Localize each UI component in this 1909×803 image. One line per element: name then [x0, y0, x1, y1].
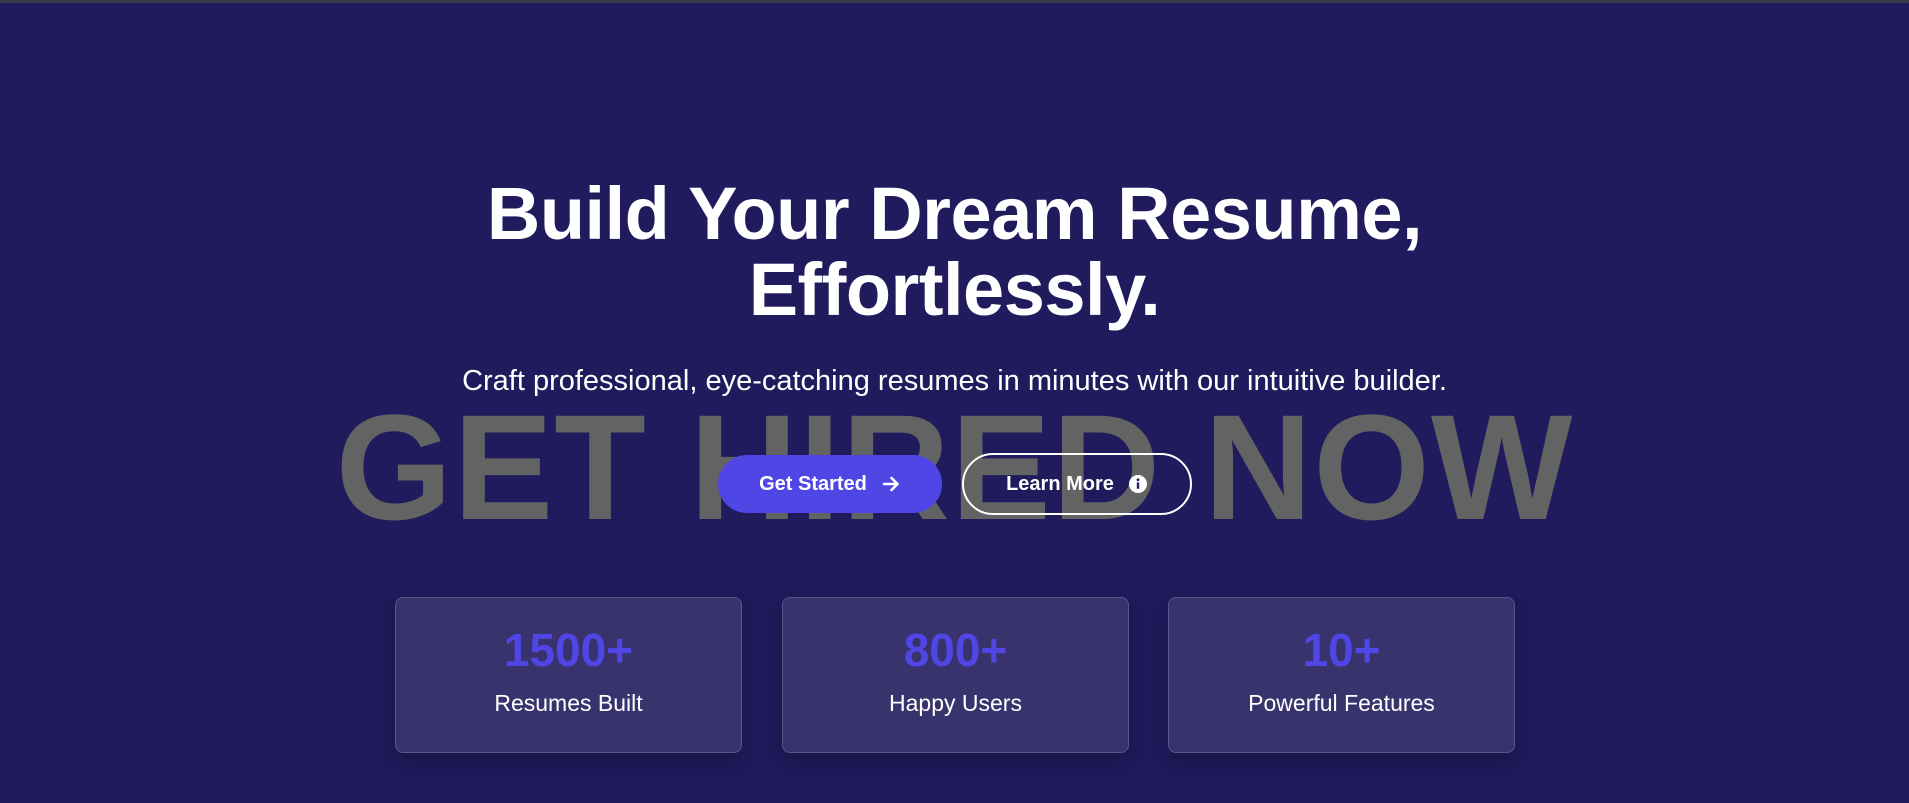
- stat-value: 800+: [903, 624, 1008, 676]
- stats-section: 1500+ Resumes Built 800+ Happy Users 10+…: [0, 0, 1909, 803]
- stat-value: 10+: [1302, 624, 1381, 676]
- stat-label: Powerful Features: [1248, 690, 1435, 716]
- stat-label: Happy Users: [889, 690, 1022, 716]
- stat-value: 1500+: [503, 624, 634, 676]
- stat-label: Resumes Built: [494, 690, 643, 716]
- stat-card-users: 800+ Happy Users: [782, 597, 1129, 753]
- stat-card-resumes: 1500+ Resumes Built: [395, 597, 742, 753]
- stat-card-features: 10+ Powerful Features: [1168, 597, 1515, 753]
